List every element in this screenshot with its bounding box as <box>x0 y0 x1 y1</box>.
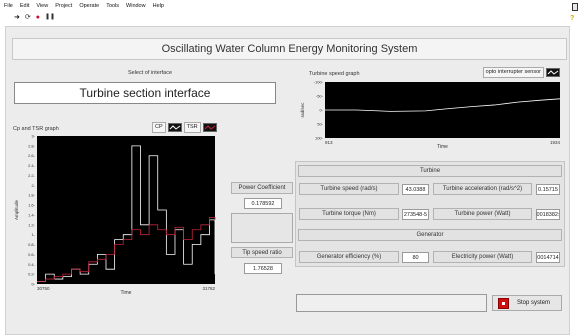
y-tick-label: 0.2- <box>28 272 36 277</box>
y-tick-label: 100- <box>315 136 324 141</box>
turbine-power-value: 0018382: <box>536 209 560 220</box>
legend-cp-swatch[interactable] <box>167 122 182 132</box>
turbine-torque-value: 273548-5 <box>402 209 429 220</box>
y-tick-label: 1.2- <box>28 222 36 227</box>
menu-window[interactable]: Window <box>126 3 146 9</box>
legend-tsr-label: TSR <box>183 121 201 133</box>
status-field <box>296 294 487 312</box>
turbine-speed-value: 43.0388 <box>402 184 429 195</box>
x-tick-label: 913 <box>325 140 333 145</box>
help-icon[interactable]: ? <box>570 15 577 23</box>
menu-edit[interactable]: Edit <box>20 3 29 9</box>
y-tick-label: -100- <box>314 80 324 85</box>
turbine-speed-label: Turbine speed (rad/s) <box>299 183 399 195</box>
y-tick-label: 0.6- <box>28 252 36 257</box>
stop-system-button[interactable]: Stop system <box>492 295 562 311</box>
run-continuous-icon[interactable]: ⟳ <box>25 14 31 21</box>
generator-heading: Generator <box>298 229 562 241</box>
power-coefficient-value: 0.178592 <box>244 198 282 209</box>
turbine-acceleration-label: Turbine acceleration (rad/s^2) <box>433 183 532 195</box>
toolbar: ➜ ⟳ ● ❚❚ <box>14 13 55 22</box>
turbine-heading: Turbine <box>298 165 562 177</box>
run-arrow-icon[interactable]: ➜ <box>14 14 20 21</box>
y-tick-label: 2.2- <box>28 173 36 178</box>
generator-efficiency-label: Generator efficiency (%) <box>299 251 399 263</box>
x-axis-label: Time <box>121 290 132 296</box>
menu-tools[interactable]: Tools <box>106 3 119 9</box>
y-tick-label: -50- <box>316 94 324 99</box>
menu-bar: File Edit View Project Operate Tools Win… <box>0 0 578 11</box>
y-tick-label: 3- <box>31 134 35 139</box>
y-tick-label: 2.6- <box>28 153 36 158</box>
y-tick-label: 50- <box>317 122 323 127</box>
turbine-power-label: Turbine power (Watt) <box>433 208 532 220</box>
interface-select-caption: Select of interface <box>127 70 173 76</box>
y-tick-label: 1.4- <box>28 212 36 217</box>
x-tick-label: 30750 <box>37 286 50 291</box>
y-tick-label: 1.6- <box>28 203 36 208</box>
interface-selector[interactable]: Turbine section interface <box>14 82 276 104</box>
y-axis-label: rad/sec <box>300 102 305 118</box>
menu-project[interactable]: Project <box>55 3 72 9</box>
generator-efficiency-input[interactable]: 80 <box>402 252 429 263</box>
y-tick-label: 2.4- <box>28 163 36 168</box>
abort-icon[interactable]: ● <box>36 14 40 21</box>
x-axis-label: Time <box>437 144 448 150</box>
y-tick-label: 2.8- <box>28 143 36 148</box>
menu-view[interactable]: View <box>36 3 48 9</box>
legend-cp-label: CP <box>152 121 166 133</box>
cp-graph-title: Cp and TSR graph <box>13 126 59 132</box>
menu-help[interactable]: Help <box>153 3 164 9</box>
y-tick-label: 0- <box>31 282 35 287</box>
plot-area <box>37 136 215 284</box>
y-tick-label: 1.8- <box>28 193 36 198</box>
turbine-speed-chart: 100- 50- 0- -50- -100- 913 1934 Time rad/sec <box>300 80 561 151</box>
cp-graph-legend: CP TSR <box>152 121 218 133</box>
menu-operate[interactable]: Operate <box>79 3 99 9</box>
y-tick-label: 0.8- <box>28 242 36 247</box>
y-tick-label: 0- <box>319 108 323 113</box>
x-tick-label: 31782 <box>202 286 215 291</box>
cp-tsr-chart: 0- 0.2- 0.4- 0.6- 0.8- 1- 1.2- 1.4- 1.6- 1.8- 2- 2.… <box>14 134 215 296</box>
tip-speed-ratio-label: Tip speed ratio <box>231 247 293 258</box>
stop-system-label: Stop system <box>517 300 551 306</box>
menu-file[interactable]: File <box>4 3 13 9</box>
page-title: Oscillating Water Column Energy Monitori… <box>12 38 567 60</box>
y-tick-label: 2- <box>31 183 35 188</box>
blank-button[interactable] <box>231 213 293 243</box>
legend-opto-swatch[interactable] <box>546 67 560 77</box>
y-tick-label: 1- <box>31 232 35 237</box>
legend-opto-label: opto interrupter sensor <box>482 66 544 78</box>
stop-icon <box>498 297 509 309</box>
power-coefficient-label: Power Coefficient <box>231 182 293 194</box>
y-axis-label: Amplitude <box>14 200 19 221</box>
y-tick-label: 0.4- <box>28 262 36 267</box>
electricity-power-value: 0014714 <box>536 252 560 263</box>
speed-graph-title: Turbine speed graph <box>309 71 360 77</box>
context-help-icon[interactable] <box>572 3 578 11</box>
electricity-power-label: Electricity power (Watt) <box>433 251 532 263</box>
pause-icon[interactable]: ❚❚ <box>45 14 55 21</box>
x-tick-label: 1934 <box>550 140 561 145</box>
tip-speed-ratio-value: 1.76528 <box>244 263 282 274</box>
legend-tsr-swatch[interactable] <box>202 122 217 132</box>
speed-graph-legend: opto interrupter sensor <box>480 66 560 78</box>
turbine-acceleration-value: 0.15715 <box>536 184 560 195</box>
turbine-torque-label: Turbine torque (Nm) <box>299 208 399 220</box>
